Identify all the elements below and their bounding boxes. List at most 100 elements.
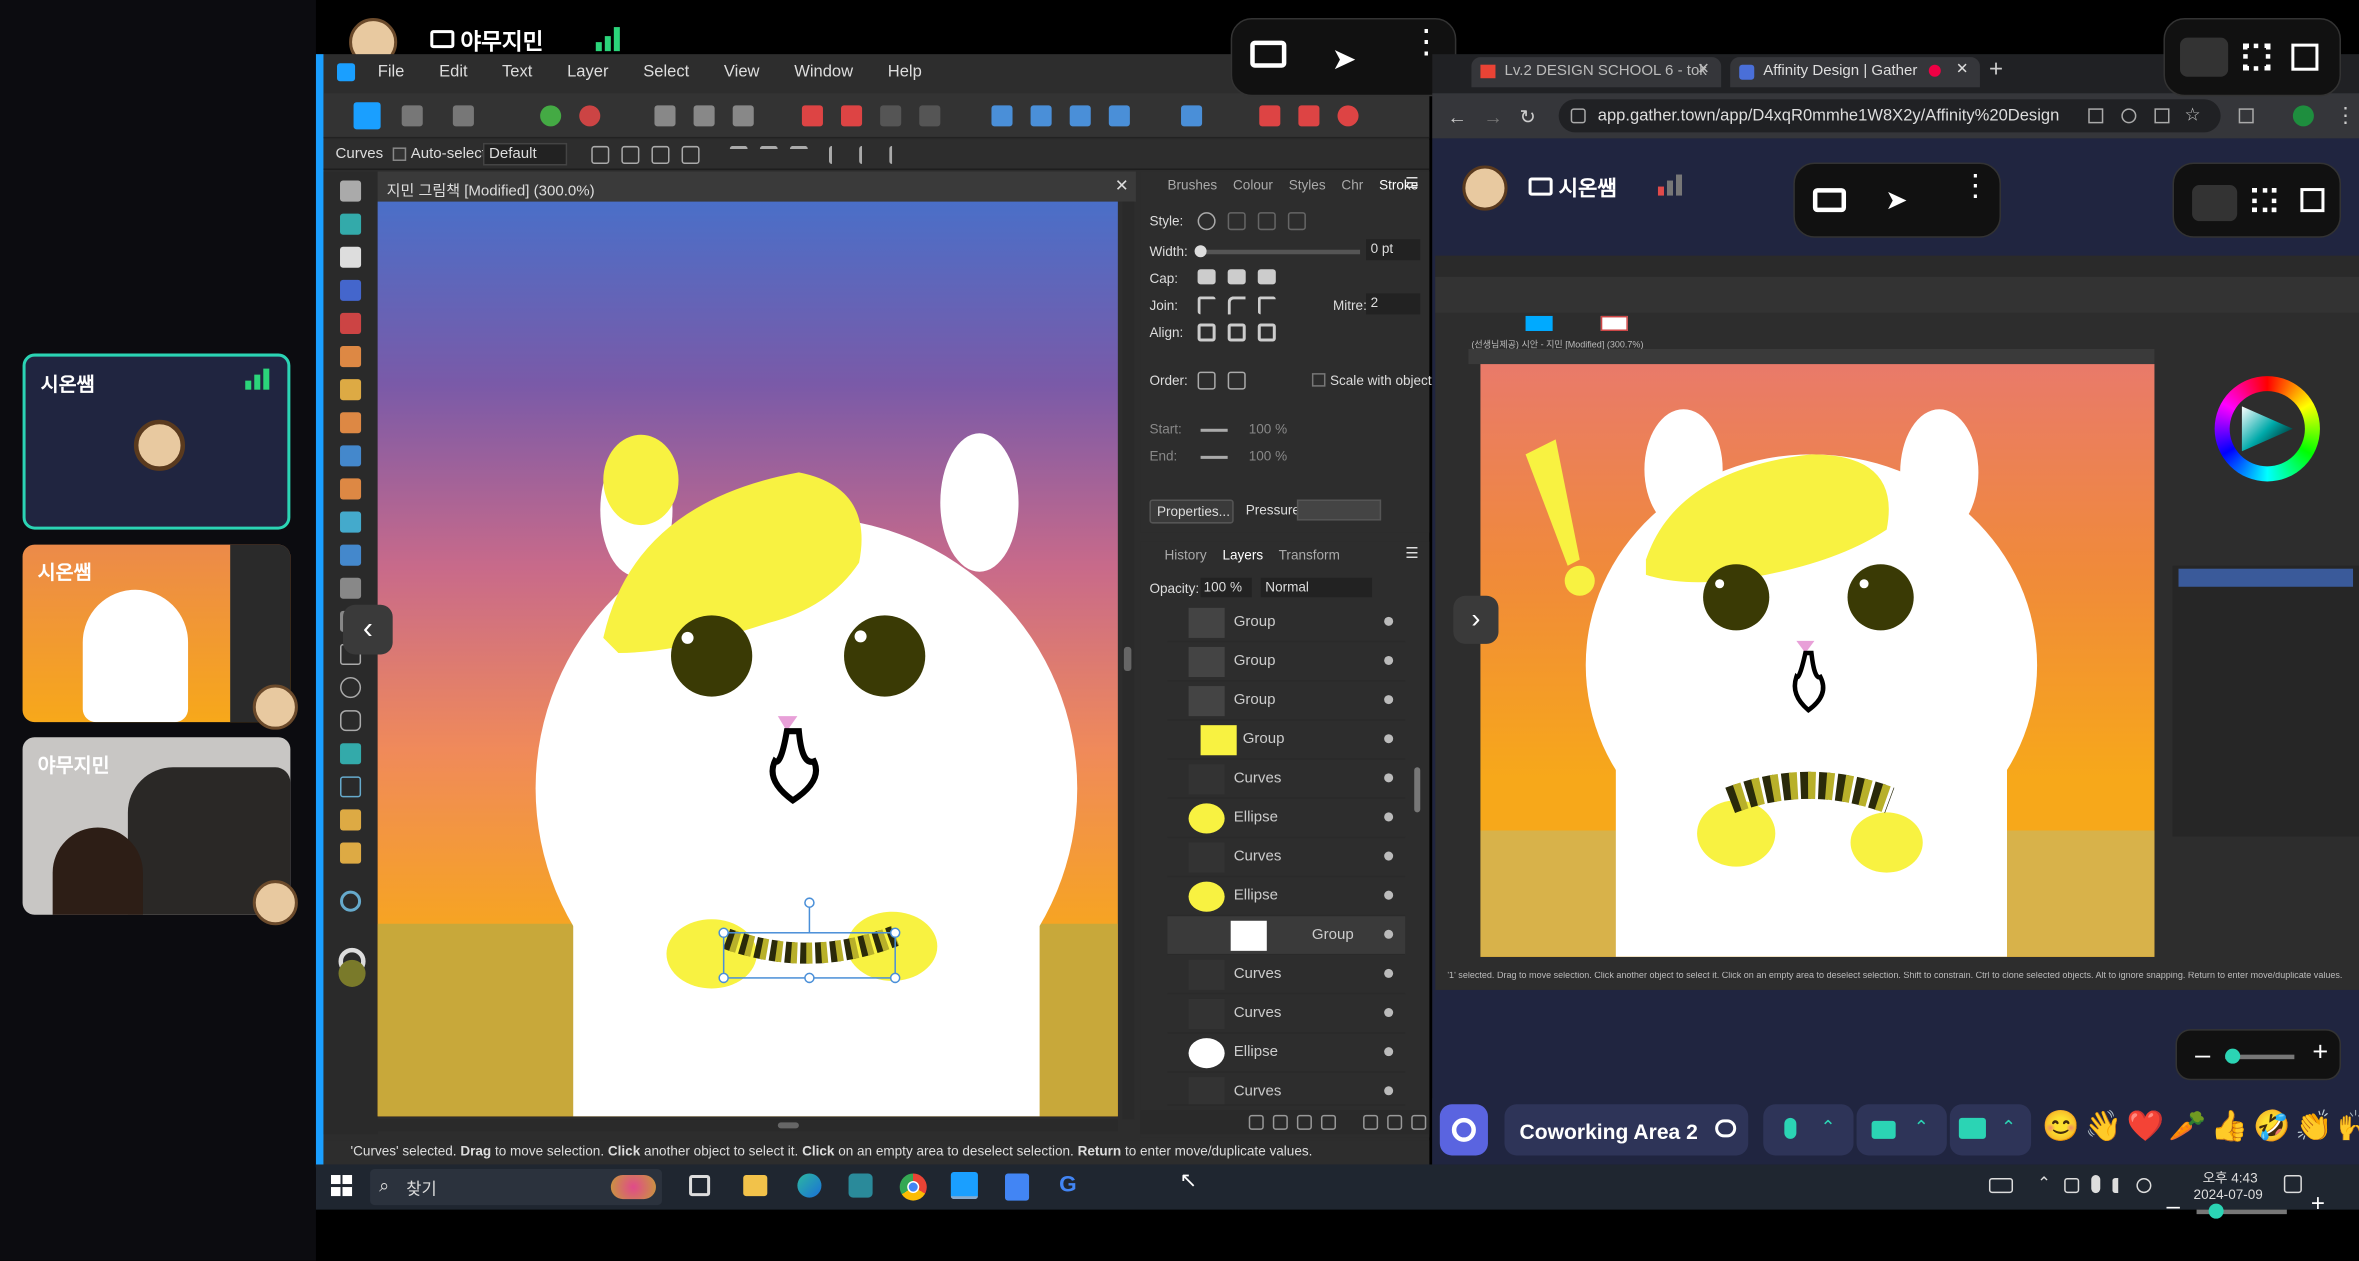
tab-chr[interactable]: Chr <box>1341 178 1363 193</box>
pencil-tool-icon[interactable] <box>340 379 362 401</box>
boolean-icon[interactable] <box>919 105 941 127</box>
scale-checkbox[interactable] <box>1311 373 1326 387</box>
browser-tab-1[interactable]: Lv.2 DESIGN SCHOOL 6 - tok ✕ <box>1471 57 1722 88</box>
zoom-out-button[interactable]: – <box>2166 1195 2179 1222</box>
tab-history[interactable]: History <box>1164 548 1206 563</box>
menu-file[interactable]: File <box>378 63 405 81</box>
boolean-add-icon[interactable] <box>801 105 823 127</box>
forward-icon[interactable]: → <box>1483 105 1503 128</box>
snap-icon[interactable] <box>1298 105 1320 127</box>
volume-icon[interactable] <box>2112 1178 2127 1194</box>
layer-row[interactable]: Ellipse <box>1167 799 1406 839</box>
pixel-persona-icon[interactable] <box>401 105 423 127</box>
round-join-icon[interactable] <box>1227 296 1246 315</box>
boolean-icon[interactable] <box>880 105 902 127</box>
distribute-icon[interactable] <box>828 145 847 164</box>
layer-action-icon[interactable] <box>1296 1114 1312 1130</box>
document-tab[interactable]: 지민 그림책 [Modified] (300.0%) ✕ <box>377 171 1136 202</box>
butt-cap-icon[interactable] <box>1197 269 1216 285</box>
star-icon[interactable]: ☆ <box>2185 104 2201 125</box>
blend-mode-dropdown[interactable]: Normal <box>1260 577 1373 598</box>
visibility-icon[interactable] <box>1384 616 1394 626</box>
miter-join-icon[interactable] <box>1197 296 1216 315</box>
menu-layer[interactable]: Layer <box>567 63 608 81</box>
screen-view-icon[interactable] <box>2192 185 2238 222</box>
pointer-icon[interactable]: ➤ <box>1885 185 1908 217</box>
menu-icon[interactable]: ⋮ <box>2335 102 2356 128</box>
video-tile-1[interactable]: 시온쌤 <box>22 353 291 530</box>
layer-row[interactable]: Group <box>1167 682 1406 721</box>
windows-start-icon[interactable] <box>330 1175 353 1197</box>
zoom-out-button[interactable]: – <box>2195 1040 2210 1072</box>
menu-text[interactable]: Text <box>502 63 532 81</box>
taskbar-search[interactable]: ⌕ 찾기 <box>370 1168 662 1206</box>
visibility-icon[interactable] <box>1384 812 1394 822</box>
new-tab-button[interactable]: + <box>1989 57 2003 84</box>
video-tile-2[interactable]: 시온쌤 <box>22 544 291 723</box>
screen-view-icon[interactable] <box>2180 37 2229 77</box>
visibility-icon[interactable] <box>1384 890 1394 900</box>
panel-menu-icon[interactable]: ☰ <box>1405 546 1418 563</box>
align-left-icon[interactable] <box>729 145 748 164</box>
dash-line-icon[interactable] <box>1257 212 1276 231</box>
transform-icon[interactable] <box>621 145 640 164</box>
visibility-icon[interactable] <box>1384 1086 1394 1096</box>
align-center-stroke-icon[interactable] <box>1197 323 1216 342</box>
node-tool-icon[interactable] <box>340 246 362 268</box>
keyboard-icon[interactable] <box>1988 1178 2014 1194</box>
close-icon[interactable]: ✕ <box>1115 176 1129 196</box>
video-tile-3[interactable]: 야무지민 <box>22 737 291 915</box>
zoom-icon[interactable] <box>2121 108 2137 124</box>
stroke-swatch[interactable] <box>1600 315 1628 331</box>
start-scale[interactable]: 100 % <box>1249 421 1287 436</box>
reaction-clap[interactable]: 👏 <box>2293 1107 2335 1145</box>
visibility-icon[interactable] <box>1384 1047 1394 1057</box>
close-icon[interactable]: ✕ <box>1697 62 1710 79</box>
width-slider[interactable] <box>1194 245 1361 258</box>
tab-layers[interactable]: Layers <box>1222 548 1263 563</box>
network-icon[interactable] <box>2064 1178 2080 1194</box>
grid-view-icon[interactable] <box>2243 43 2271 71</box>
reaction-laugh[interactable]: 🤣 <box>2251 1107 2293 1145</box>
visibility-icon[interactable] <box>1384 851 1394 861</box>
reaction-raise-hands[interactable]: 🙌 <box>2335 1107 2359 1145</box>
rounded-rect-tool-icon[interactable] <box>340 710 362 732</box>
back-icon[interactable]: ← <box>1447 105 1467 128</box>
designer-persona-icon[interactable] <box>353 102 381 130</box>
align-outside-stroke-icon[interactable] <box>1257 323 1276 342</box>
link-icon[interactable] <box>1715 1119 1737 1138</box>
rotate-icon[interactable] <box>1108 105 1130 127</box>
task-view-icon[interactable] <box>689 1175 711 1197</box>
layer-action-icon[interactable] <box>1272 1114 1288 1130</box>
corner-tool-icon[interactable] <box>340 312 362 334</box>
reaction-heart[interactable]: ❤️ <box>2124 1107 2166 1145</box>
layer-action-icon[interactable] <box>1387 1114 1403 1130</box>
transform-icon[interactable] <box>591 145 610 164</box>
space-name-pill[interactable]: Coworking Area 2 <box>1504 1104 1749 1156</box>
mitre-value[interactable]: 2 <box>1366 293 1421 315</box>
layer-action-icon[interactable] <box>1320 1114 1336 1130</box>
gradient-tool-icon[interactable] <box>340 544 362 566</box>
mic-tray-icon[interactable] <box>2091 1175 2101 1194</box>
more-options-icon[interactable]: ⋮ <box>1410 25 1443 58</box>
chevron-up-icon[interactable]: ⌃ <box>1914 1116 1929 1137</box>
texture-line-icon[interactable] <box>1287 212 1306 231</box>
distribute-icon[interactable] <box>889 145 907 164</box>
close-icon[interactable]: ✕ <box>1956 62 1969 79</box>
puzzle-icon[interactable] <box>2238 108 2254 124</box>
reaction-thumbs-up[interactable]: 👍 <box>2209 1107 2251 1145</box>
ellipse-tool-icon[interactable] <box>340 677 362 699</box>
grid-view-icon[interactable] <box>2252 188 2277 213</box>
pen-tool-icon[interactable] <box>340 346 362 368</box>
gear-icon[interactable] <box>540 105 562 127</box>
chevron-up-icon[interactable]: ⌃ <box>1820 1116 1835 1137</box>
site-info-icon[interactable] <box>1570 108 1586 124</box>
tab-brushes[interactable]: Brushes <box>1167 178 1217 193</box>
zoom-slider[interactable] <box>2196 1203 2287 1219</box>
trash-icon[interactable] <box>1411 1114 1427 1130</box>
layer-row[interactable]: Group <box>1167 642 1406 682</box>
share-screen-button[interactable]: ⌃ <box>1949 1104 2032 1156</box>
zoom-in-button[interactable]: + <box>2312 1037 2328 1069</box>
map-view-icon[interactable] <box>2300 188 2325 213</box>
canvas-horizontal-scrollbar[interactable] <box>377 1119 1118 1132</box>
